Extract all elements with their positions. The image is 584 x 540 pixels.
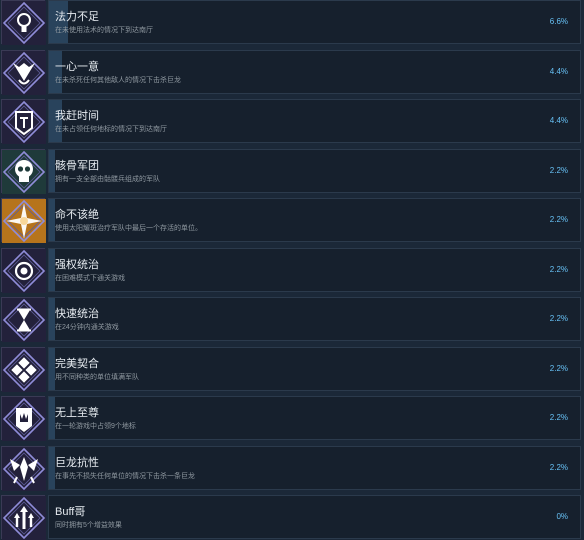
achievement-panel: 强权统治 在困难模式下通关游戏 2.2% [48, 248, 581, 292]
winged-emblem-icon [1, 446, 46, 491]
achievement-title: 一心一意 [55, 61, 99, 73]
hourglass-icon [1, 297, 46, 342]
achievement-percent: 2.2% [549, 215, 568, 224]
achievement-description: 在一轮游戏中占领9个地标 [55, 423, 136, 430]
achievement-percent: 4.4% [549, 116, 568, 125]
bulb-icon [1, 0, 46, 45]
achievement-description: 用不同种类的单位填满军队 [55, 374, 139, 381]
achievement-row[interactable]: 快速统治 在24分钟内通关游戏 2.2% [0, 297, 584, 342]
achievement-percent: 4.4% [549, 67, 568, 76]
achievement-title: 快速统治 [55, 308, 99, 320]
achievement-title: 骸骨军团 [55, 160, 99, 172]
achievement-percent: 2.2% [549, 265, 568, 274]
achievement-description: 在未占领任何地标的情况下到达南厅 [55, 126, 167, 133]
achievement-panel: 骸骨军团 拥有一支全部由骷髅兵组成的军队 2.2% [48, 149, 581, 193]
achievement-panel: 一心一意 在未杀死任何其他敌人的情况下击杀巨龙 4.4% [48, 50, 581, 94]
achievement-description: 在未使用法术的情况下到达南厅 [55, 27, 153, 34]
achievement-percent: 6.6% [549, 17, 568, 26]
starburst-icon [1, 198, 46, 243]
achievement-description: 在困难模式下通关游戏 [55, 275, 125, 282]
achievement-description: 拥有一支全部由骷髅兵组成的军队 [55, 176, 160, 183]
achievement-row[interactable]: 命不该绝 使用太阳耀斑治疗军队中最后一个存活的单位。 2.2% [0, 198, 584, 243]
banner-icon [1, 99, 46, 144]
achievement-panel: 法力不足 在未使用法术的情况下到达南厅 6.6% [48, 0, 581, 44]
achievement-title: Buff哥 [55, 506, 86, 518]
achievement-panel: 命不该绝 使用太阳耀斑治疗军队中最后一个存活的单位。 2.2% [48, 198, 581, 242]
achievement-panel: 巨龙抗性 在事先不损失任何单位的情况下击杀一条巨龙 2.2% [48, 446, 581, 490]
achievement-row[interactable]: 一心一意 在未杀死任何其他敌人的情况下击杀巨龙 4.4% [0, 50, 584, 95]
achievement-panel: 我赶时间 在未占领任何地标的情况下到达南厅 4.4% [48, 99, 581, 143]
achievement-row[interactable]: 完美契合 用不同种类的单位填满军队 2.2% [0, 347, 584, 392]
achievement-description: 在未杀死任何其他敌人的情况下击杀巨龙 [55, 77, 181, 84]
achievement-percent: 2.2% [549, 364, 568, 373]
achievement-panel: Buff哥 同时拥有5个增益效果 0% [48, 495, 581, 539]
achievement-percent: 2.2% [549, 166, 568, 175]
achievement-title: 完美契合 [55, 358, 99, 370]
achievement-panel: 无上至尊 在一轮游戏中占领9个地标 2.2% [48, 396, 581, 440]
achievement-percent: 2.2% [549, 314, 568, 323]
achievement-title: 命不该绝 [55, 209, 99, 221]
achievement-row[interactable]: 法力不足 在未使用法术的情况下到达南厅 6.6% [0, 0, 584, 45]
achievement-row[interactable]: 骸骨军团 拥有一支全部由骷髅兵组成的军队 2.2% [0, 149, 584, 194]
achievement-panel: 完美契合 用不同种类的单位填满军队 2.2% [48, 347, 581, 391]
achievement-percent: 0% [556, 512, 568, 521]
dragon-crest-icon [1, 50, 46, 95]
arrows-up-icon [1, 495, 46, 540]
grid-tile-icon [1, 347, 46, 392]
achievement-title: 法力不足 [55, 11, 99, 23]
achievement-row[interactable]: 巨龙抗性 在事先不损失任何单位的情况下击杀一条巨龙 2.2% [0, 446, 584, 491]
achievement-description: 同时拥有5个增益效果 [55, 522, 122, 529]
achievement-row[interactable]: 无上至尊 在一轮游戏中占领9个地标 2.2% [0, 396, 584, 441]
target-icon [1, 248, 46, 293]
skull-icon [1, 149, 46, 194]
achievement-description: 在24分钟内通关游戏 [55, 324, 119, 331]
achievement-percent: 2.2% [549, 463, 568, 472]
achievement-percent: 2.2% [549, 413, 568, 422]
achievement-row[interactable]: Buff哥 同时拥有5个增益效果 0% [0, 495, 584, 540]
achievement-description: 在事先不损失任何单位的情况下击杀一条巨龙 [55, 473, 195, 480]
achievement-row[interactable]: 我赶时间 在未占领任何地标的情况下到达南厅 4.4% [0, 99, 584, 144]
achievement-row[interactable]: 强权统治 在困难模式下通关游戏 2.2% [0, 248, 584, 293]
achievement-panel: 快速统治 在24分钟内通关游戏 2.2% [48, 297, 581, 341]
crown-banner-icon [1, 396, 46, 441]
achievement-title: 巨龙抗性 [55, 457, 99, 469]
achievement-description: 使用太阳耀斑治疗军队中最后一个存活的单位。 [55, 225, 202, 232]
achievement-title: 无上至尊 [55, 407, 99, 419]
achievement-title: 我赶时间 [55, 110, 99, 122]
achievement-title: 强权统治 [55, 259, 99, 271]
